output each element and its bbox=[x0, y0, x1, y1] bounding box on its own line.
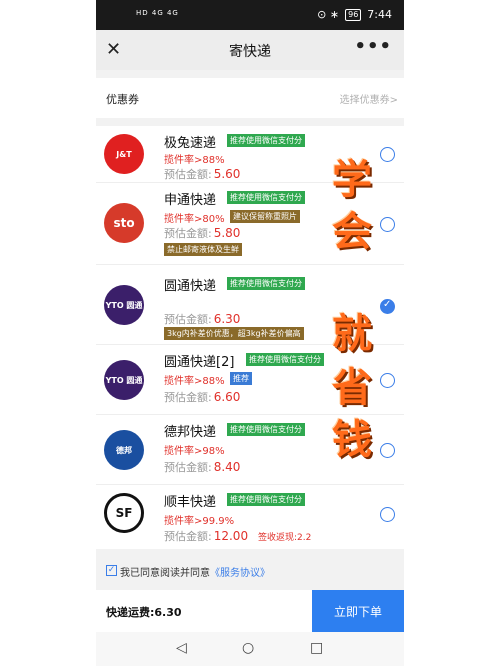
courier-name: 圆通快递[2] bbox=[164, 355, 235, 370]
status-right: ⊙ ∗ 96 7:44 bbox=[317, 8, 392, 21]
select-radio[interactable] bbox=[380, 373, 395, 388]
price-label: 预估金额: bbox=[164, 530, 212, 543]
recommend-tag: 推荐使用微信支付分 bbox=[227, 191, 305, 204]
yto-logo-icon: YTO 圆通 bbox=[104, 285, 144, 325]
yto-logo-icon: YTO 圆通 bbox=[104, 360, 144, 400]
order-bar: 快递运费:6.30 立即下单 bbox=[96, 590, 404, 632]
recommend-tag: 推荐使用微信支付分 bbox=[227, 423, 305, 436]
price-value: 12.00 bbox=[213, 529, 249, 543]
pickup-rate: 揽件率>98% bbox=[164, 446, 225, 457]
price-value: 5.80 bbox=[213, 226, 241, 240]
service-agreement-link[interactable]: 《服务协议》 bbox=[210, 568, 270, 579]
deppon-logo-icon: 德邦 bbox=[104, 430, 144, 470]
status-bar: HD 4G 4G ⊙ ∗ 96 7:44 bbox=[96, 0, 404, 30]
overlay-char: 省 bbox=[332, 365, 372, 411]
price-label: 预估金额: bbox=[164, 227, 212, 240]
courier-name: 德邦快递 bbox=[164, 425, 217, 440]
home-icon[interactable]: ○ bbox=[242, 640, 254, 656]
estimated-price: 预估金额: 5.80 bbox=[164, 225, 240, 241]
back-icon[interactable]: ◁ bbox=[176, 640, 187, 656]
recommend-tag: 推荐使用微信支付分 bbox=[227, 277, 305, 290]
recommend-badge: 推荐 bbox=[230, 372, 252, 385]
no-liquid-tag: 禁止邮寄液体及生鲜 bbox=[164, 243, 242, 256]
sf-logo-icon: SF bbox=[104, 493, 144, 533]
pickup-rate: 揽件率>88% bbox=[164, 376, 225, 387]
coupon-row[interactable]: 优惠券 选择优惠券> bbox=[96, 78, 404, 118]
agree-label: 我已同意阅读并同意 bbox=[120, 568, 210, 579]
place-order-button[interactable]: 立即下单 bbox=[312, 590, 404, 632]
estimated-price: 预估金额: 8.40 bbox=[164, 459, 240, 475]
courier-name: 极兔速递 bbox=[164, 136, 217, 151]
selected-radio[interactable] bbox=[380, 299, 395, 314]
select-radio[interactable] bbox=[380, 147, 395, 162]
price-value: 8.40 bbox=[213, 460, 241, 474]
select-radio[interactable] bbox=[380, 217, 395, 232]
overlay-char: 就 bbox=[332, 311, 372, 357]
select-coupon-link[interactable]: 选择优惠券> bbox=[340, 91, 398, 106]
overlay-char: 钱 bbox=[332, 417, 372, 463]
price-label: 预估金额: bbox=[164, 461, 212, 474]
pickup-rate: 揽件率>99.9% bbox=[164, 516, 235, 527]
cashback-text: 签收返现:2.2 bbox=[258, 533, 312, 543]
weight-photo-tag: 建议保留称重照片 bbox=[230, 210, 300, 223]
pickup-rate: 揽件率>80% bbox=[164, 214, 225, 225]
courier-name: 顺丰快递 bbox=[164, 495, 217, 510]
price-label: 预估金额: bbox=[164, 168, 212, 181]
agreement-row: ✓ 我已同意阅读并同意《服务协议》 bbox=[96, 556, 404, 586]
courier-item-sf[interactable]: SF 顺丰快递 推荐使用微信支付分 揽件率>99.9% 预估金额: 12.00 签… bbox=[96, 485, 404, 549]
pickup-rate: 揽件率>88% bbox=[164, 155, 225, 166]
courier-name: 申通快递 bbox=[164, 193, 217, 208]
recent-apps-icon[interactable]: □ bbox=[310, 640, 323, 656]
price-label: 预估金额: bbox=[164, 391, 212, 404]
courier-name: 圆通快递 bbox=[164, 279, 217, 294]
price-value: 6.60 bbox=[213, 390, 241, 404]
estimated-price: 预估金额: 5.60 bbox=[164, 166, 240, 182]
price-label: 预估金额: bbox=[164, 313, 212, 326]
shipping-fee: 快递运费:6.30 bbox=[106, 606, 182, 619]
agreement-text: 我已同意阅读并同意《服务协议》 bbox=[120, 564, 270, 579]
recommend-tag: 推荐使用微信支付分 bbox=[227, 134, 305, 147]
select-radio[interactable] bbox=[380, 443, 395, 458]
clock: 7:44 bbox=[367, 8, 392, 21]
overlay-char: 会 bbox=[332, 209, 372, 255]
price-value: 5.60 bbox=[213, 167, 241, 181]
phone-screen: HD 4G 4G ⊙ ∗ 96 7:44 ✕ 寄快递 ••• 优惠券 选择优惠券… bbox=[96, 0, 404, 666]
jt-logo-icon: J&T bbox=[104, 134, 144, 174]
more-menu-icon[interactable]: ••• bbox=[354, 36, 392, 57]
status-icons: ⊙ ∗ bbox=[317, 8, 340, 21]
recommend-tag: 推荐使用微信支付分 bbox=[227, 493, 305, 506]
estimated-price: 预估金额: 12.00 bbox=[164, 528, 248, 544]
sto-logo-icon: sto bbox=[104, 203, 144, 243]
title-bar: ✕ 寄快递 ••• bbox=[96, 30, 404, 70]
coupon-label: 优惠券 bbox=[106, 93, 139, 106]
recommend-tag: 推荐使用微信支付分 bbox=[246, 353, 324, 366]
system-nav-bar: ◁ ○ □ bbox=[96, 632, 404, 666]
signal-indicators: HD 4G 4G bbox=[136, 9, 179, 17]
battery-icon: 96 bbox=[345, 8, 362, 21]
overlay-char: 学 bbox=[332, 157, 372, 203]
estimated-price: 预估金额: 6.30 bbox=[164, 311, 240, 327]
agree-checkbox[interactable]: ✓ bbox=[106, 565, 117, 576]
estimated-price: 预估金额: 6.60 bbox=[164, 389, 240, 405]
surcharge-tag: 3kg内补差价优惠，超3kg补差价偏高 bbox=[164, 327, 304, 340]
select-radio[interactable] bbox=[380, 507, 395, 522]
price-value: 6.30 bbox=[213, 312, 241, 326]
